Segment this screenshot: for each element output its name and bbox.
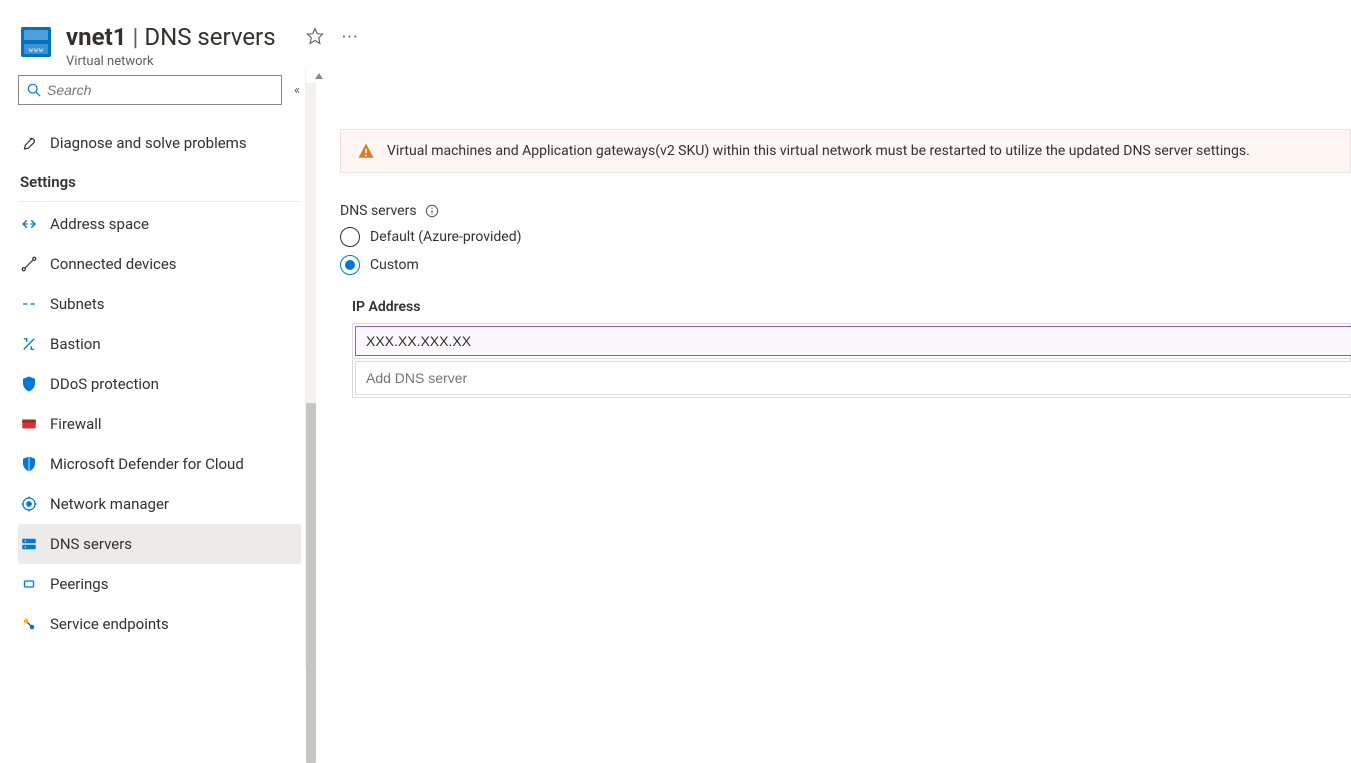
sidebar-item-label: Peerings bbox=[50, 575, 108, 593]
page-title: vnet1|DNS servers bbox=[66, 22, 276, 52]
sidebar-item-network-manager[interactable]: Network manager bbox=[18, 484, 301, 524]
sidebar-section-settings: Settings bbox=[20, 173, 301, 191]
sidebar-item-firewall[interactable]: Firewall bbox=[18, 404, 301, 444]
sidebar-item-dns-servers[interactable]: DNS servers bbox=[18, 524, 301, 564]
scrollbar-thumb[interactable] bbox=[306, 403, 316, 763]
sidebar-item-ddos[interactable]: DDoS protection bbox=[18, 364, 301, 404]
connected-devices-icon bbox=[20, 255, 50, 273]
radio-label-default: Default (Azure-provided) bbox=[370, 229, 521, 245]
warning-text: Virtual machines and Application gateway… bbox=[387, 143, 1250, 159]
sidebar-item-label: Firewall bbox=[50, 415, 102, 433]
collapse-sidebar-icon[interactable]: « bbox=[294, 83, 300, 98]
sidebar-item-defender[interactable]: Microsoft Defender for Cloud bbox=[18, 444, 301, 484]
sidebar-item-label: Diagnose and solve problems bbox=[50, 134, 247, 152]
peerings-icon bbox=[20, 575, 50, 593]
page-section-title: DNS servers bbox=[144, 23, 275, 51]
add-dns-server-input[interactable] bbox=[355, 361, 1351, 395]
sidebar-item-label: Subnets bbox=[50, 295, 105, 313]
sidebar-search[interactable] bbox=[18, 75, 282, 105]
dns-section-label: DNS servers bbox=[340, 203, 417, 219]
sidebar-item-label: DDoS protection bbox=[50, 375, 159, 393]
sidebar-item-label: Service endpoints bbox=[50, 615, 169, 633]
sidebar-item-connected-devices[interactable]: Connected devices bbox=[18, 244, 301, 284]
radio-default[interactable]: Default (Azure-provided) bbox=[340, 227, 1351, 247]
favorite-star-icon[interactable] bbox=[306, 27, 324, 49]
sidebar-item-label: Address space bbox=[50, 215, 149, 233]
sidebar-item-bastion[interactable]: Bastion bbox=[18, 324, 301, 364]
warning-icon bbox=[357, 142, 375, 160]
vnet-resource-icon: www bbox=[20, 26, 52, 58]
shield-icon bbox=[20, 375, 50, 393]
divider bbox=[18, 201, 301, 202]
sidebar-item-label: Bastion bbox=[50, 335, 101, 353]
svg-text:www: www bbox=[28, 46, 44, 54]
network-manager-icon bbox=[20, 495, 50, 513]
search-icon bbox=[27, 83, 41, 97]
sidebar-item-address-space[interactable]: Address space bbox=[18, 204, 301, 244]
radio-icon bbox=[340, 227, 360, 247]
service-endpoints-icon bbox=[20, 615, 50, 633]
sidebar: « Diagnose and solve problems Settings A… bbox=[0, 69, 305, 669]
sidebar-item-peerings[interactable]: Peerings bbox=[18, 564, 301, 604]
sidebar-item-label: Connected devices bbox=[50, 255, 177, 273]
radio-custom[interactable]: Custom bbox=[340, 255, 1351, 275]
info-icon[interactable] bbox=[425, 204, 439, 218]
more-actions-icon[interactable]: ··· bbox=[342, 29, 359, 47]
dns-servers-icon bbox=[20, 535, 50, 553]
address-space-icon bbox=[20, 215, 50, 233]
sidebar-item-subnets[interactable]: Subnets bbox=[18, 284, 301, 324]
subnets-icon bbox=[20, 295, 50, 313]
ip-address-input[interactable] bbox=[355, 326, 1351, 356]
sidebar-item-service-endpoints[interactable]: Service endpoints bbox=[18, 604, 301, 644]
sidebar-item-diagnose[interactable]: Diagnose and solve problems bbox=[18, 123, 301, 163]
bastion-icon bbox=[20, 335, 50, 353]
page-header: www vnet1|DNS servers Virtual network ··… bbox=[0, 0, 1351, 69]
search-input[interactable] bbox=[47, 82, 273, 98]
sidebar-item-label: Microsoft Defender for Cloud bbox=[50, 455, 244, 473]
sidebar-item-label: Network manager bbox=[50, 495, 169, 513]
firewall-icon bbox=[20, 415, 50, 433]
wrench-icon bbox=[20, 134, 50, 152]
defender-shield-icon bbox=[20, 455, 50, 473]
ip-address-table bbox=[352, 323, 1351, 398]
radio-label-custom: Custom bbox=[370, 257, 419, 273]
resource-type-label: Virtual network bbox=[66, 54, 276, 69]
ip-address-column-header: IP Address bbox=[352, 299, 1351, 315]
scrollbar-track[interactable] bbox=[306, 83, 316, 669]
main-content: Virtual machines and Application gateway… bbox=[305, 69, 1351, 669]
warning-banner: Virtual machines and Application gateway… bbox=[340, 129, 1351, 173]
radio-icon bbox=[340, 255, 360, 275]
sidebar-item-label: DNS servers bbox=[50, 535, 132, 553]
resource-name: vnet1 bbox=[66, 23, 126, 51]
